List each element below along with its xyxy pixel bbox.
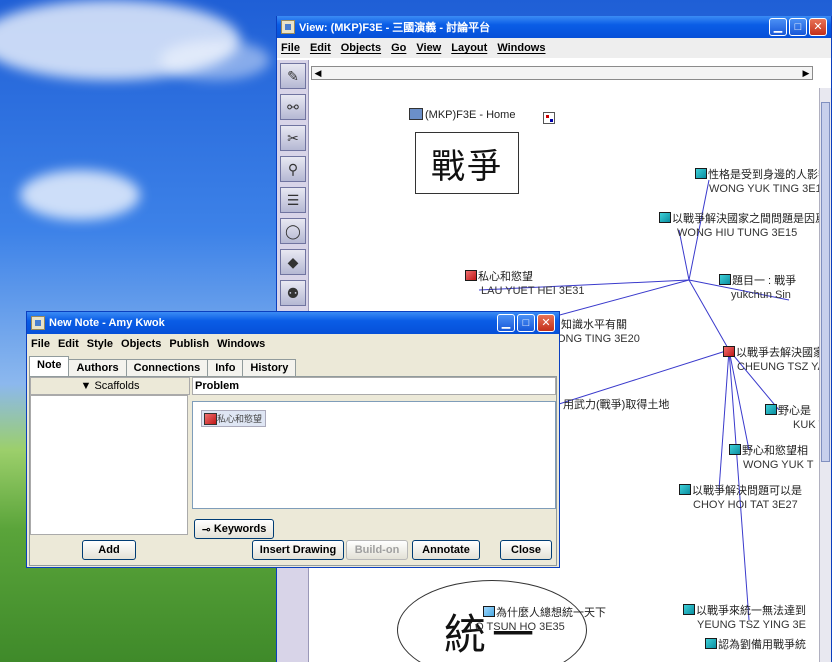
build-on-button[interactable]: Build-on — [346, 540, 408, 560]
menu-edit[interactable]: Edit — [310, 42, 331, 54]
problem-field[interactable]: Problem — [192, 377, 556, 395]
keywords-bar: ⊸ Keywords — [192, 517, 556, 541]
note-icon — [679, 484, 691, 495]
menu-file[interactable]: File — [31, 338, 50, 350]
note-node[interactable]: 認為劉備用戰爭統 — [705, 638, 806, 652]
menu-file[interactable]: File — [281, 42, 300, 54]
tab-note[interactable]: Note — [29, 356, 70, 376]
support-tag[interactable]: 私心和慾望 — [201, 410, 267, 427]
note-node[interactable]: 知識水平有關 HONG TING 3E20 — [549, 318, 640, 346]
notebook-icon[interactable]: ☰ — [280, 187, 306, 213]
note-text-area[interactable]: 私心和慾望 — [192, 401, 556, 509]
note-node[interactable]: 性格是受到身邊的人影響 WONG YUK TING 3E18 — [695, 168, 821, 196]
key-icon: ⊸ — [201, 523, 211, 536]
dice-icon[interactable] — [543, 112, 555, 124]
note-body: ▼ Scaffolds Add Problem 私心和慾望 ⊸ Keywords… — [29, 376, 557, 566]
tab-connections[interactable]: Connections — [125, 359, 209, 376]
tab-history[interactable]: History — [242, 359, 297, 376]
note-icon — [483, 606, 495, 617]
view-menubar: File Edit Objects Go View Layout Windows — [277, 38, 831, 58]
menu-objects[interactable]: Objects — [341, 42, 381, 54]
view-title: View: (MKP)F3E - 三國演義 - 討論平台 — [299, 22, 491, 34]
menu-layout[interactable]: Layout — [451, 42, 487, 54]
menu-go[interactable]: Go — [391, 42, 406, 54]
annotate-button[interactable]: Annotate — [412, 540, 480, 560]
close-button[interactable]: ✕ — [537, 314, 555, 332]
scissors-icon[interactable]: ✂ — [280, 125, 306, 151]
home-label[interactable]: (MKP)F3E - Home — [425, 108, 515, 122]
home-banner: 戰爭 — [415, 132, 519, 194]
close-note-button[interactable]: Close — [500, 540, 552, 560]
note-node[interactable]: 以戰爭解決問題可以是 CHOY HOI TAT 3E27 — [679, 484, 802, 512]
note-icon — [765, 404, 777, 415]
menu-edit[interactable]: Edit — [58, 338, 79, 350]
vertical-scrollbar[interactable] — [819, 88, 831, 662]
note-node[interactable]: 私心和慾望 LAU YUET HEI 3E31 — [465, 270, 585, 298]
home-view-icon[interactable] — [409, 108, 423, 120]
minimize-button[interactable]: ▁ — [497, 314, 515, 332]
note-node[interactable]: 野心是 KUK W — [765, 404, 821, 432]
note-icon — [723, 346, 735, 357]
menu-objects[interactable]: Objects — [121, 338, 161, 350]
diamond-icon[interactable]: ◆ — [280, 249, 306, 275]
note-icon — [695, 168, 707, 179]
note-title: New Note - Amy Kwok — [49, 317, 165, 329]
close-button[interactable]: ✕ — [809, 18, 827, 36]
note-title-bar[interactable]: New Note - Amy Kwok ▁ □ ✕ — [27, 312, 559, 334]
menu-windows[interactable]: Windows — [217, 338, 265, 350]
link-icon[interactable]: ⚯ — [280, 94, 306, 120]
insert-drawing-button[interactable]: Insert Drawing — [252, 540, 344, 560]
scaffolds-panel: ▼ Scaffolds Add — [30, 377, 190, 565]
scroll-thumb[interactable] — [821, 102, 830, 462]
note-icon — [465, 270, 477, 281]
note-node[interactable]: 以戰爭來統一無法達到 YEUNG TSZ YING 3E — [683, 604, 806, 632]
minimize-button[interactable]: ▁ — [769, 18, 787, 36]
app-icon — [31, 316, 45, 330]
note-node[interactable]: 以戰爭去解決國家之 CHEUNG TSZ YAN — [723, 346, 821, 374]
note-icon — [705, 638, 717, 649]
note-node[interactable]: 以戰爭解決國家之間問題是因爲 WONG HIU TUNG 3E15 — [659, 212, 821, 240]
note-icon — [719, 274, 731, 285]
scaffolds-header[interactable]: ▼ Scaffolds — [30, 377, 190, 395]
note-icon — [683, 604, 695, 615]
note-node[interactable]: 為什麼人總想統一天下 LO TSUN HO 3E35 — [469, 606, 606, 634]
cloud — [20, 170, 140, 220]
people-icon[interactable]: ⚉ — [280, 280, 306, 306]
app-icon — [281, 20, 295, 34]
note-node[interactable]: 用武力(戰爭)取得土地 — [563, 398, 669, 412]
maximize-button[interactable]: □ — [517, 314, 535, 332]
add-button[interactable]: Add — [82, 540, 136, 560]
problem-panel: Problem 私心和慾望 ⊸ Keywords Insert Drawing … — [192, 377, 556, 565]
note-icon — [729, 444, 741, 455]
scaffolds-list[interactable] — [30, 395, 188, 535]
menu-view[interactable]: View — [416, 42, 441, 54]
tab-authors[interactable]: Authors — [68, 359, 127, 376]
menu-publish[interactable]: Publish — [169, 338, 209, 350]
note-icon — [659, 212, 671, 223]
search-icon[interactable]: ⚲ — [280, 156, 306, 182]
view-title-bar[interactable]: View: (MKP)F3E - 三國演義 - 討論平台 ▁ □ ✕ — [277, 16, 831, 38]
menu-style[interactable]: Style — [87, 338, 113, 350]
note-tabs: Note Authors Connections Info History — [27, 356, 559, 376]
note-node[interactable]: 題目一 : 戰爭 yukchun Sin — [719, 274, 796, 302]
note-node[interactable]: 野心和慾望相 WONG YUK T — [729, 444, 814, 472]
keywords-button[interactable]: ⊸ Keywords — [194, 519, 274, 539]
lasso-icon[interactable]: ◯ — [280, 218, 306, 244]
new-note-window: New Note - Amy Kwok ▁ □ ✕ File Edit Styl… — [26, 311, 560, 568]
pencil-icon[interactable]: ✎ — [280, 63, 306, 89]
note-menubar: File Edit Style Objects Publish Windows — [27, 334, 559, 354]
menu-windows[interactable]: Windows — [497, 42, 545, 54]
tab-info[interactable]: Info — [207, 359, 244, 376]
cloud — [160, 40, 270, 80]
maximize-button[interactable]: □ — [789, 18, 807, 36]
